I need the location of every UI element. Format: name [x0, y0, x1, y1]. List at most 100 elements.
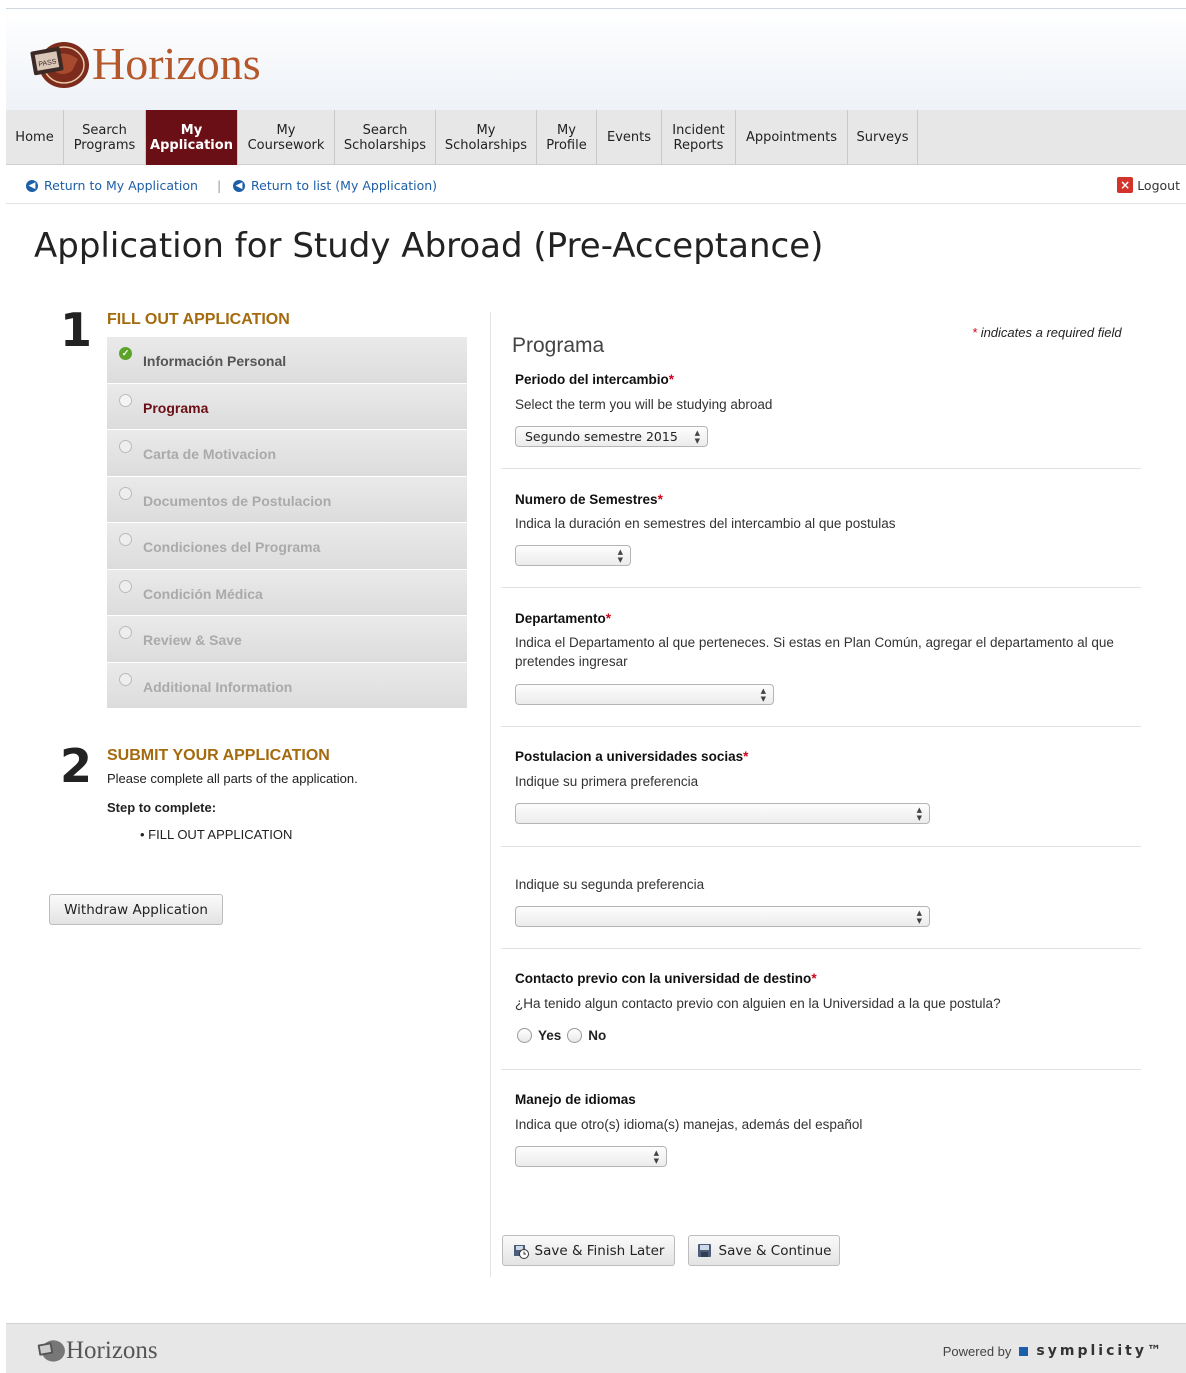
radio-circle-icon [119, 626, 132, 639]
step-label: Condiciones del Programa [143, 539, 321, 555]
step-item[interactable]: Additional Information [107, 662, 467, 709]
step-item[interactable]: Programa [107, 383, 467, 430]
step-to-complete-text: FILL OUT APPLICATION [148, 827, 293, 842]
nav-my-profile[interactable]: My Profile [537, 110, 597, 165]
semestres-label-text: Numero de Semestres [515, 492, 658, 507]
radio-circle-icon [119, 579, 132, 593]
radio-yes[interactable] [517, 1028, 532, 1043]
withdraw-application-button[interactable]: Withdraw Application [49, 894, 223, 925]
radio-circle-icon [119, 393, 132, 407]
radio-yes-label: Yes [538, 1028, 562, 1043]
semestres-help: Indica la duración en semestres del inte… [515, 516, 896, 531]
return-to-list-label: Return to list (My Application) [251, 178, 438, 193]
nav-my-scholarships[interactable]: My Scholarships [436, 110, 537, 165]
field-divider [501, 948, 1141, 949]
sub-toolbar: ◀ Return to My Application | ◀ Return to… [6, 166, 1186, 204]
nav-home[interactable]: Home [6, 110, 64, 165]
clock-save-icon [513, 1244, 529, 1259]
horizons-footer-logo-icon [37, 1340, 65, 1362]
postulacion-label: Postulacion a universidades socias* [515, 749, 748, 764]
brand-title: Horizons [92, 38, 261, 89]
main-nav: Home Search Programs My Application My C… [6, 110, 1186, 165]
footer-brand: Horizons [66, 1337, 158, 1364]
select-arrows-icon: ▲ ▼ [694, 429, 700, 445]
postulacion-label-text: Postulacion a universidades socias [515, 749, 744, 764]
nav-incident-reports[interactable]: Incident Reports [662, 110, 736, 165]
step-heading: FILL OUT APPLICATION [107, 311, 290, 328]
radio-circle-icon [119, 440, 132, 453]
step-to-complete-label: Step to complete: [107, 800, 217, 815]
contacto-radio-group: Yes No [517, 1028, 606, 1043]
field-divider [501, 846, 1141, 847]
field-divider [501, 1069, 1141, 1070]
logout-link[interactable]: × Logout [1117, 177, 1180, 193]
required-note-text: indicates a required field [980, 325, 1122, 340]
select-arrows-icon: ▲ ▼ [760, 687, 766, 703]
horizons-logo-icon: PASS [30, 42, 89, 88]
return-to-application-link[interactable]: ◀ Return to My Application [26, 178, 198, 193]
column-divider [490, 312, 491, 1277]
periodo-select[interactable]: Segundo semestre 2015 ▲ ▼ [515, 426, 708, 447]
step-item[interactable]: Review & Save [107, 616, 467, 663]
required-star: * [668, 372, 675, 387]
departamento-label: Departamento* [515, 611, 611, 626]
departamento-select[interactable]: ▲ ▼ [515, 684, 774, 705]
idiomas-label: Manejo de idiomas [515, 1092, 636, 1107]
step-item[interactable]: Documentos de Postulacion [107, 476, 467, 523]
symplicity-square-icon [1019, 1346, 1029, 1356]
periodo-select-value: Segundo semestre 2015 [525, 429, 678, 444]
idiomas-select[interactable]: ▲ ▼ [515, 1146, 667, 1167]
floppy-disk-icon [697, 1243, 711, 1257]
nav-appointments[interactable]: Appointments [736, 110, 848, 165]
nav-my-application[interactable]: My Application [146, 110, 238, 165]
step-label: Review & Save [143, 632, 242, 648]
semestres-select[interactable]: ▲ ▼ [515, 545, 631, 566]
departamento-label-text: Departamento [515, 611, 606, 626]
save-continue-button[interactable]: Save & Continue [688, 1235, 840, 1266]
nav-my-coursework[interactable]: My Coursework [238, 110, 335, 165]
step-number: 2 [60, 739, 93, 793]
step-item[interactable]: Carta de Motivacion [107, 430, 467, 477]
departamento-help: Indica el Departamento al que perteneces… [515, 635, 1114, 669]
radio-no[interactable] [567, 1028, 583, 1043]
logout-label: Logout [1137, 177, 1180, 193]
radio-circle-icon [119, 672, 132, 686]
radio-circle-icon [119, 533, 132, 546]
nav-surveys[interactable]: Surveys [848, 110, 918, 165]
periodo-help: Select the term you will be studying abr… [515, 397, 773, 412]
contacto-help: ¿Ha tenido algun contacto previo con alg… [515, 996, 1001, 1011]
back-arrow-icon: ◀ [26, 179, 38, 192]
header: PASS Horizons [6, 8, 1186, 110]
radio-circle-icon [119, 486, 132, 500]
step-item[interactable]: Condición Médica [107, 569, 467, 616]
return-to-list-link[interactable]: ◀ Return to list (My Application) [233, 178, 437, 193]
step-item[interactable]: ✓ Información Personal [107, 337, 467, 384]
segunda-preferencia-help: Indique su segunda preferencia [515, 877, 705, 892]
field-divider [501, 726, 1141, 727]
application-steps: ✓ Información Personal Programa Carta de… [107, 337, 467, 709]
check-icon: ✓ [119, 347, 132, 360]
save-continue-label: Save & Continue [718, 1242, 832, 1259]
select-arrows-icon: ▲ ▼ [916, 806, 922, 822]
step-label: Additional Information [143, 678, 293, 695]
field-divider [501, 468, 1141, 469]
required-field-note: * indicates a required field [972, 325, 1122, 340]
required-star: * [743, 749, 749, 764]
step-label: Carta de Motivacion [143, 446, 277, 462]
field-divider [501, 587, 1141, 588]
nav-search-programs[interactable]: Search Programs [64, 110, 146, 165]
primera-preferencia-select[interactable]: ▲ ▼ [515, 803, 930, 824]
periodo-label: Periodo del intercambio* [515, 372, 674, 387]
powered-by: Powered by symplicity™ [943, 1343, 1164, 1359]
step-item[interactable]: Condiciones del Programa [107, 523, 467, 570]
save-finish-later-button[interactable]: Save & Finish Later [502, 1235, 675, 1266]
required-star: * [811, 971, 817, 986]
return-to-application-label: Return to My Application [44, 178, 198, 193]
save-finish-later-label: Save & Finish Later [534, 1242, 665, 1259]
radio-no-label: No [588, 1028, 607, 1043]
contacto-label: Contacto previo con la universidad de de… [515, 971, 817, 986]
nav-search-scholarships[interactable]: Search Scholarships [335, 110, 436, 165]
nav-events[interactable]: Events [597, 110, 662, 165]
link-separator: | [217, 178, 222, 193]
segunda-preferencia-select[interactable]: ▲ ▼ [515, 906, 930, 927]
